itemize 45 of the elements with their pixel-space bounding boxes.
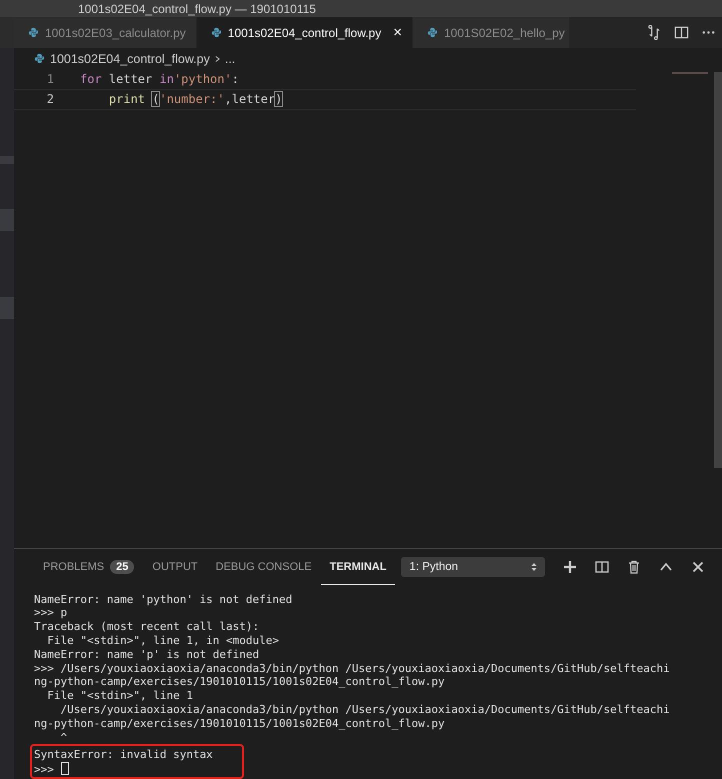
terminal-line: ng-python-camp/exercises/1901010115/1001s02E04_control_flow.py [34, 675, 446, 690]
terminal-line: File "<stdin>", line 1, in <module> [46, 634, 280, 648]
minimap [672, 72, 708, 74]
panel-tab[interactable]: DEBUG CONSOLE [206, 548, 321, 585]
line-number: 2 [46, 92, 55, 106]
terminal-line: NameError: name 'python' is not defined [34, 592, 294, 606]
compare-changes-icon[interactable] [647, 25, 662, 40]
line-number: 1 [46, 72, 55, 86]
window-title: 1001s02E04_control_flow.py — 1901010115 [78, 2, 316, 16]
updown-icon [531, 562, 538, 572]
terminal-select[interactable]: 1: Python [401, 556, 546, 577]
scrollbar[interactable] [714, 72, 722, 468]
python-file-icon [210, 27, 222, 38]
code-line: print ('number:',letter) [108, 92, 282, 106]
terminal-line: NameError: name 'p' is not defined [34, 648, 260, 662]
problem-count: 25 [110, 560, 134, 574]
python-file-icon [427, 27, 438, 38]
close-icon[interactable] [691, 560, 706, 574]
split-editor-icon[interactable] [595, 560, 610, 574]
chevron-right-icon [214, 54, 220, 63]
text-cursor [60, 762, 68, 776]
editor-tab[interactable]: 1001s02E03_calculator.py [14, 17, 197, 48]
editor-tab[interactable]: 1001s02E04_control_flow.py × [196, 17, 413, 48]
split-editor-icon[interactable] [674, 25, 689, 40]
python-file-icon [34, 53, 45, 64]
terminal-line: >>> p [34, 606, 68, 620]
trash-icon[interactable] [627, 560, 642, 574]
breadcrumb-file[interactable]: 1001s02E04_control_flow.py [50, 52, 210, 66]
panel-tab[interactable]: OUTPUT [143, 548, 207, 585]
plus-icon[interactable] [563, 560, 578, 574]
terminal-line: >>> /Users/youxiaoxiaoxia/anaconda3/bin/python /Users/youxiaoxiaoxia/Documents/GitHub/selfteachi [34, 662, 671, 676]
python-file-icon [28, 27, 39, 38]
close-icon[interactable]: × [393, 24, 402, 42]
terminal-line: >>> [34, 762, 240, 776]
terminal-line: Traceback (most recent call last): [34, 620, 260, 634]
panel-tab[interactable]: TERMINAL [320, 548, 396, 585]
terminal-line: SyntaxError: invalid syntax [34, 748, 214, 762]
editor-tab[interactable]: 1001S02E02_hello_py [413, 17, 570, 48]
panel-tab[interactable]: PROBLEMS 25 [34, 548, 144, 585]
breadcrumb-more[interactable]: ... [224, 52, 236, 66]
terminal-line: ^ [59, 730, 68, 744]
terminal-line: /Users/youxiaoxiaoxia/anaconda3/bin/python /Users/youxiaoxiaoxia/Documents/GitHub/selfteachi [59, 703, 671, 717]
terminal-line: File "<stdin>", line 1 [46, 689, 194, 704]
terminal-line: ng-python-camp/exercises/1901010115/1001s02E04_control_flow.py [34, 716, 446, 731]
code-line: for letter in'python': [80, 72, 239, 86]
